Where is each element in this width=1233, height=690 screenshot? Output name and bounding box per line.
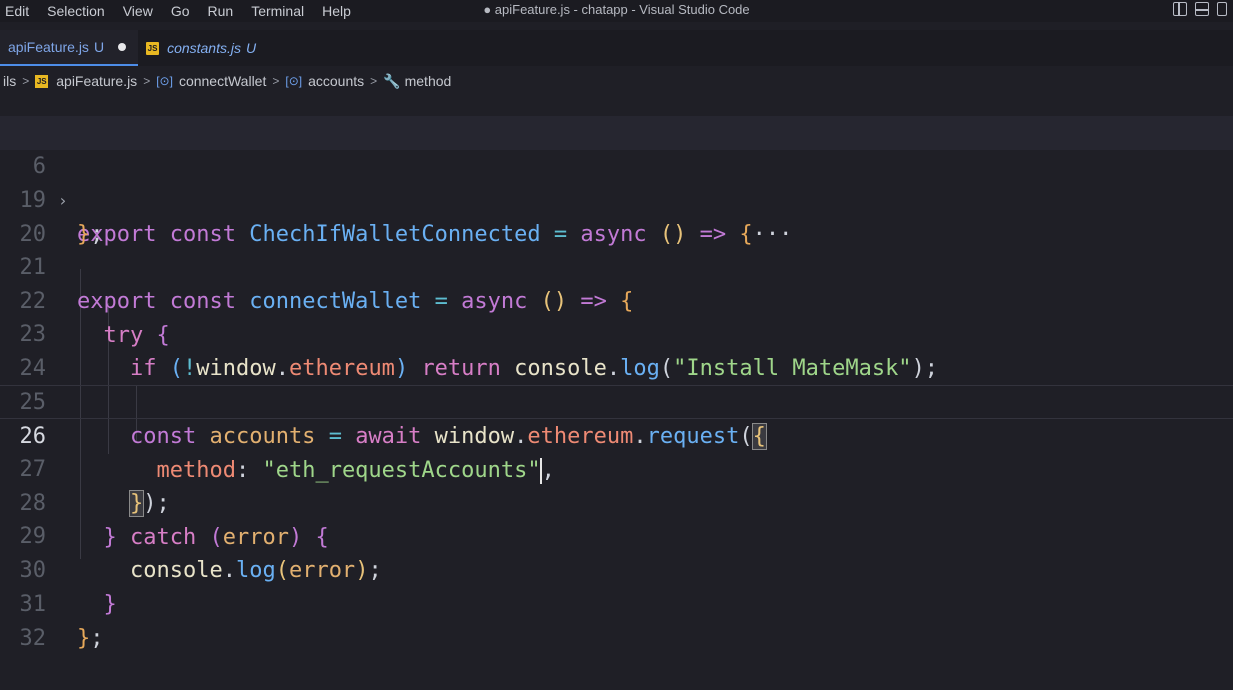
toggle-panel-icon[interactable] xyxy=(1195,2,1209,16)
code-line: 23 if (!window.ethereum) return console.… xyxy=(0,284,1233,381)
layout-controls xyxy=(1173,2,1227,16)
code-line: 32 xyxy=(0,588,1233,651)
tab-label: constants.js xyxy=(167,40,241,56)
tab-constants[interactable]: JS constants.js U xyxy=(138,30,268,66)
menu-edit[interactable]: Edit xyxy=(5,3,39,19)
tab-label: apiFeature.js xyxy=(8,39,89,55)
code-line: 25 const accounts = await window.ethereu… xyxy=(0,352,1233,450)
menu-go[interactable]: Go xyxy=(171,3,200,19)
js-file-icon: JS xyxy=(146,41,160,55)
code-editor[interactable]: 5 6 › export const ChechIfWalletConnecte… xyxy=(0,92,1233,651)
menu-run[interactable]: Run xyxy=(208,3,244,19)
current-line: 26 method: "eth_requestAccounts", xyxy=(0,385,1233,484)
editor-tabs: apiFeature.js U JS constants.js U xyxy=(0,30,1233,66)
tab-status: U xyxy=(246,40,257,56)
code-text: }; xyxy=(77,626,104,651)
unsaved-dot-icon[interactable] xyxy=(118,43,127,51)
menu-help[interactable]: Help xyxy=(322,3,361,19)
code-line: 31 }; xyxy=(0,554,1233,651)
toggle-secondary-sidebar-icon[interactable] xyxy=(1217,2,1227,16)
toggle-sidebar-icon[interactable] xyxy=(1173,2,1187,16)
line-number: 32 xyxy=(19,626,47,651)
code-line: 20 xyxy=(0,184,1233,247)
code-line: 28 } catch (error) { xyxy=(0,453,1233,550)
code-line: 24 xyxy=(0,318,1233,381)
title-bar: Edit Selection View Go Run Terminal Help… xyxy=(0,0,1233,22)
menu-bar: Edit Selection View Go Run Terminal Help xyxy=(0,3,369,19)
tab-status: U xyxy=(93,39,105,55)
code-line: 5 xyxy=(0,83,1233,146)
code-line: 6 › export const ChechIfWalletConnected … xyxy=(0,116,1233,247)
menu-terminal[interactable]: Terminal xyxy=(251,3,314,19)
tab-apifeature[interactable]: apiFeature.js U xyxy=(0,30,139,66)
code-line: 30 } xyxy=(0,520,1233,617)
code-line: 21 export const connectWallet = async ()… xyxy=(0,217,1233,314)
menu-view[interactable]: View xyxy=(123,3,163,19)
code-line: 22 try { xyxy=(0,251,1233,348)
code-line: 19 }; xyxy=(0,150,1233,247)
code-line: 27 }); xyxy=(0,419,1233,517)
menu-selection[interactable]: Selection xyxy=(47,3,115,19)
code-line: 29 console.log(error); xyxy=(0,486,1233,583)
